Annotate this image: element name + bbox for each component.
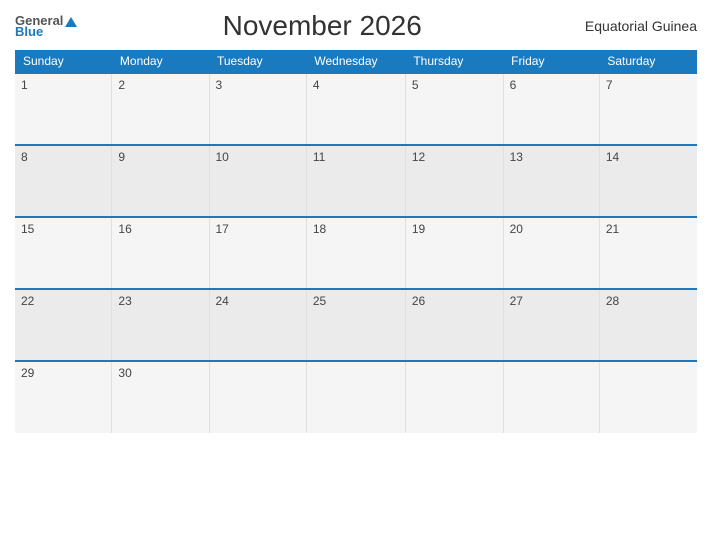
calendar-day: 13	[503, 145, 599, 217]
calendar-day: 10	[209, 145, 306, 217]
calendar-week-5: 2930	[15, 361, 697, 433]
calendar-day: 8	[15, 145, 112, 217]
col-friday: Friday	[503, 50, 599, 73]
calendar-day: 20	[503, 217, 599, 289]
calendar-day	[405, 361, 503, 433]
header: General Blue November 2026 Equatorial Gu…	[15, 10, 697, 42]
calendar-week-2: 891011121314	[15, 145, 697, 217]
calendar-day: 25	[306, 289, 405, 361]
calendar-day: 17	[209, 217, 306, 289]
calendar-day: 1	[15, 73, 112, 145]
calendar-day: 3	[209, 73, 306, 145]
calendar-week-3: 15161718192021	[15, 217, 697, 289]
calendar-week-4: 22232425262728	[15, 289, 697, 361]
calendar-day: 16	[112, 217, 209, 289]
calendar-table: Sunday Monday Tuesday Wednesday Thursday…	[15, 50, 697, 433]
calendar-day: 18	[306, 217, 405, 289]
calendar-week-1: 1234567	[15, 73, 697, 145]
logo-blue-text: Blue	[15, 25, 43, 38]
calendar-day: 2	[112, 73, 209, 145]
col-saturday: Saturday	[599, 50, 697, 73]
calendar-day: 4	[306, 73, 405, 145]
calendar-day: 22	[15, 289, 112, 361]
calendar-day	[209, 361, 306, 433]
calendar-day: 19	[405, 217, 503, 289]
calendar-day: 30	[112, 361, 209, 433]
col-tuesday: Tuesday	[209, 50, 306, 73]
calendar-day	[503, 361, 599, 433]
calendar-day: 9	[112, 145, 209, 217]
calendar-day: 24	[209, 289, 306, 361]
calendar-day: 15	[15, 217, 112, 289]
calendar-day: 5	[405, 73, 503, 145]
calendar-day: 29	[15, 361, 112, 433]
col-thursday: Thursday	[405, 50, 503, 73]
calendar-day: 11	[306, 145, 405, 217]
page: General Blue November 2026 Equatorial Gu…	[0, 0, 712, 550]
col-sunday: Sunday	[15, 50, 112, 73]
calendar-day	[599, 361, 697, 433]
calendar-day: 14	[599, 145, 697, 217]
calendar-day: 6	[503, 73, 599, 145]
calendar-day: 28	[599, 289, 697, 361]
calendar-day: 26	[405, 289, 503, 361]
calendar-day: 7	[599, 73, 697, 145]
country-label: Equatorial Guinea	[567, 18, 697, 34]
calendar-day: 21	[599, 217, 697, 289]
col-wednesday: Wednesday	[306, 50, 405, 73]
calendar-day: 23	[112, 289, 209, 361]
logo: General Blue	[15, 14, 77, 38]
calendar-day: 27	[503, 289, 599, 361]
calendar-day	[306, 361, 405, 433]
logo-triangle-icon	[65, 17, 77, 27]
col-monday: Monday	[112, 50, 209, 73]
calendar-day: 12	[405, 145, 503, 217]
calendar-header-row: Sunday Monday Tuesday Wednesday Thursday…	[15, 50, 697, 73]
calendar-title: November 2026	[77, 10, 567, 42]
